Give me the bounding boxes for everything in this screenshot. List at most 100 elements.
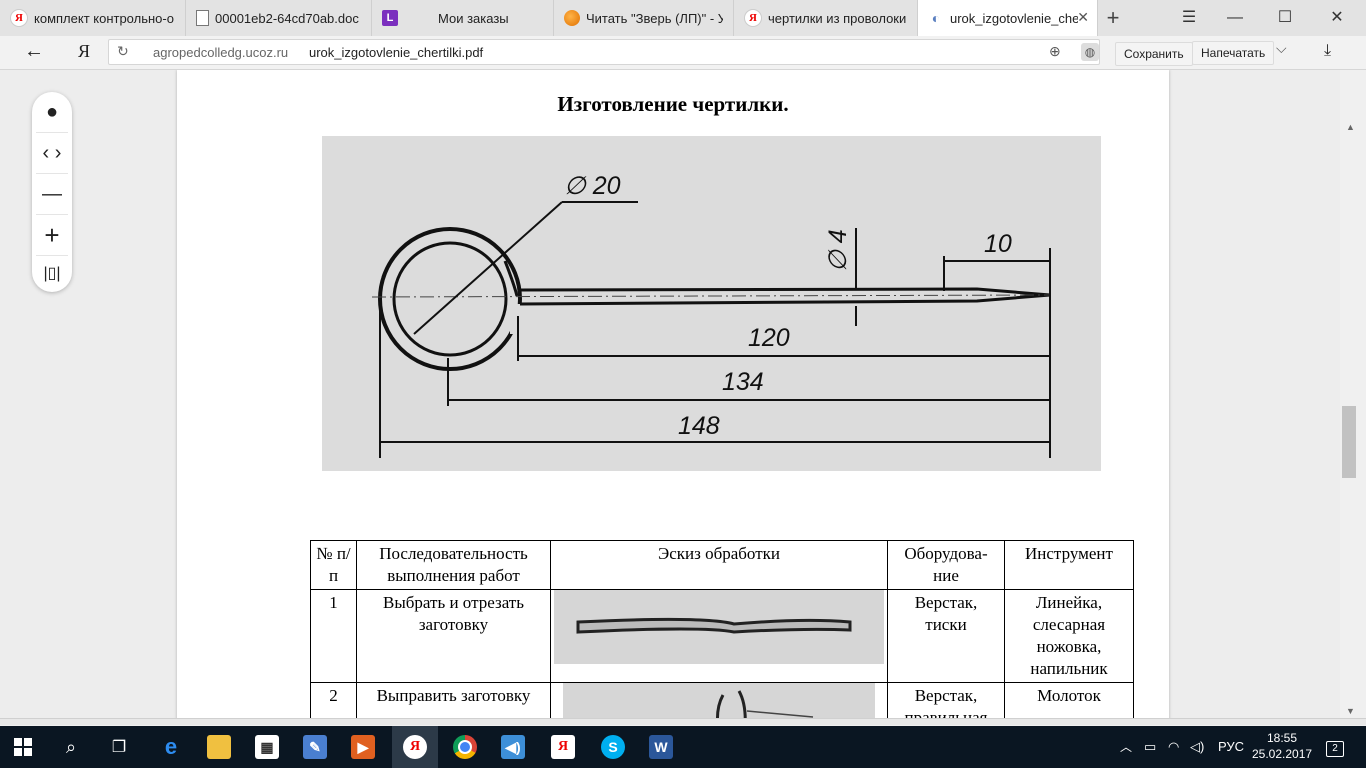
pdf-page: Изготовление чертилки. ∅ 20 ∅ 4 10 120 1… bbox=[177, 70, 1169, 720]
minimize-icon[interactable]: — bbox=[1212, 0, 1258, 36]
zoom-in-icon[interactable]: + bbox=[32, 215, 72, 255]
print-button[interactable]: Напечатать bbox=[1192, 41, 1275, 65]
page-nav-icon[interactable]: ‹ › bbox=[32, 133, 72, 173]
ring-inner bbox=[392, 241, 508, 357]
taskbar-explorer[interactable] bbox=[196, 726, 242, 768]
download-icon[interactable]: ⤓ bbox=[1324, 42, 1331, 60]
url-path: urok_izgotovlenie_chertilki.pdf bbox=[309, 45, 484, 60]
taskbar-word[interactable]: W bbox=[638, 726, 684, 768]
row-sketch bbox=[550, 589, 888, 683]
menu-icon[interactable]: ☰ bbox=[1166, 0, 1212, 36]
sketch-image-blank bbox=[554, 590, 884, 664]
maximize-icon[interactable]: ☐ bbox=[1262, 0, 1308, 36]
dim-shaft-label: 120 bbox=[748, 324, 790, 352]
diameter-leader bbox=[413, 201, 563, 335]
ring-outer bbox=[378, 227, 522, 371]
close-tab-icon[interactable]: ✕ bbox=[1077, 9, 1089, 26]
clock-date: 25.02.2017 bbox=[1252, 747, 1313, 761]
reload-icon[interactable]: ↻ bbox=[117, 43, 129, 60]
yandex-icon: Я bbox=[551, 735, 575, 759]
tab-title: 00001eb2-64cd70ab.doc bbox=[215, 10, 359, 26]
dot-icon[interactable]: ● bbox=[32, 92, 72, 132]
zoom-icon[interactable]: ⊕ bbox=[1049, 43, 1061, 60]
row-number: 2 bbox=[310, 682, 357, 720]
drawing-svg: ∅ 20 ∅ 4 10 120 134 148 bbox=[371, 172, 1051, 458]
taskbar-chrome[interactable] bbox=[442, 726, 488, 768]
tab-strip: Я комплект контрольно-о 00001eb2-64cd70a… bbox=[0, 0, 1366, 36]
wifi-icon[interactable]: ◠ bbox=[1168, 726, 1179, 768]
scroll-up-icon[interactable]: ▲ bbox=[1346, 122, 1355, 132]
taskbar-audio[interactable]: ◀) bbox=[490, 726, 536, 768]
new-tab-button[interactable]: + bbox=[1098, 4, 1128, 32]
zoom-out-icon[interactable]: — bbox=[32, 174, 72, 214]
folder-icon bbox=[207, 735, 231, 759]
row-equipment: Верстак, правильная bbox=[887, 682, 1005, 720]
volume-icon[interactable]: ◁) bbox=[1190, 726, 1204, 768]
tab-doc[interactable]: 00001eb2-64cd70ab.doc bbox=[186, 0, 372, 36]
globe-icon[interactable]: ◍ bbox=[1081, 43, 1099, 61]
edge-icon: e bbox=[164, 734, 178, 759]
start-button[interactable] bbox=[0, 726, 46, 768]
scroll-down-icon[interactable]: ▼ bbox=[1346, 706, 1355, 716]
tray-chevron-icon[interactable]: ︿ bbox=[1120, 726, 1132, 768]
dim-tip-label: 10 bbox=[984, 230, 1012, 258]
row-sketch bbox=[550, 682, 888, 720]
orange-globe-icon bbox=[564, 10, 580, 26]
ring-gap bbox=[510, 304, 530, 334]
row-tool: Молоток bbox=[1004, 682, 1134, 720]
back-arrow-icon[interactable]: ← bbox=[24, 40, 44, 63]
dim-wire-label: ∅ 4 bbox=[824, 229, 852, 272]
address-bar[interactable]: ↻ agropedcolledg.ucoz.ru urok_izgotovlen… bbox=[108, 39, 1193, 66]
system-clock[interactable]: 18:55 25.02.2017 bbox=[1252, 730, 1312, 762]
task-view-icon: ❐ bbox=[111, 739, 127, 756]
tab-title: urok_izgotovlenie_cher bbox=[950, 10, 1078, 26]
chevron-down-icon[interactable]: ⌵ bbox=[1276, 40, 1287, 57]
ucoz-icon: ◐ bbox=[931, 10, 941, 26]
axis-line bbox=[371, 294, 1051, 298]
header-sketch: Эскиз обработки bbox=[550, 540, 888, 590]
taskbar-store[interactable]: ▦ bbox=[244, 726, 290, 768]
header-number: № п/п bbox=[310, 540, 357, 590]
document-title: Изготовление чертилки. bbox=[557, 92, 789, 116]
network-icon[interactable]: ▭ bbox=[1144, 726, 1156, 768]
table-row: 2 Выправить заготовку Верстак, правильна… bbox=[310, 682, 1134, 720]
taskbar-edge[interactable]: e bbox=[148, 726, 194, 768]
windows-logo-icon bbox=[14, 738, 32, 756]
tab-read-book[interactable]: Читать "Зверь (ЛП)" - Ус bbox=[554, 0, 734, 36]
search-button[interactable]: ⌕ bbox=[48, 726, 94, 768]
yandex-logo-icon[interactable]: Я bbox=[78, 41, 90, 62]
clock-time: 18:55 bbox=[1266, 731, 1298, 745]
taskbar-skype[interactable]: S bbox=[590, 726, 636, 768]
task-view-button[interactable]: ❐ bbox=[96, 726, 142, 768]
taskbar-app-1[interactable]: ✎ bbox=[292, 726, 338, 768]
vertical-scrollbar[interactable]: ▲ ▼ bbox=[1340, 70, 1366, 720]
row-step: Выбрать и отрезать заготовку bbox=[356, 589, 551, 683]
app-icon: ✎ bbox=[303, 735, 327, 759]
tab-orders[interactable]: L Мои заказы bbox=[372, 0, 554, 36]
taskbar-yandex-browser[interactable]: Я bbox=[392, 726, 438, 768]
tab-yandex-search-1[interactable]: Я комплект контрольно-о bbox=[0, 0, 186, 36]
taskbar-yandex[interactable]: Я bbox=[540, 726, 586, 768]
skype-icon: S bbox=[601, 735, 625, 759]
close-window-icon[interactable]: ✕ bbox=[1314, 0, 1360, 36]
row-tool: Линейка, слесарная ножовка, напильник bbox=[1004, 589, 1134, 683]
dim-mid-label: 134 bbox=[722, 368, 764, 396]
windows-taskbar: ⌕ ❐ e ▦ ✎ ▶ Я ◀) Я S W ︿ ▭ ◠ ◁) РУС 18:5… bbox=[0, 726, 1366, 768]
tab-pdf-active[interactable]: ◐ urok_izgotovlenie_cher ✕ bbox=[918, 0, 1098, 36]
litres-icon: L bbox=[382, 10, 398, 26]
tab-title: Мои заказы bbox=[438, 10, 509, 26]
tab-yandex-search-2[interactable]: Я чертилки из проволоки bbox=[734, 0, 918, 36]
navigation-bar: ← Я ↻ agropedcolledg.ucoz.ru urok_izgoto… bbox=[0, 36, 1366, 70]
tab-title: Читать "Зверь (ЛП)" - Ус bbox=[586, 10, 723, 26]
dim-diameter-label: ∅ 20 bbox=[564, 172, 621, 200]
header-step: Последовательность выполнения работ bbox=[356, 540, 551, 590]
yandex-browser-icon: Я bbox=[403, 735, 427, 759]
header-tool: Инструмент bbox=[1004, 540, 1134, 590]
notifications-button[interactable]: 2 bbox=[1326, 726, 1344, 768]
taskbar-media[interactable]: ▶ bbox=[340, 726, 386, 768]
language-indicator[interactable]: РУС bbox=[1218, 726, 1244, 768]
fit-page-icon[interactable]: |▯| bbox=[32, 254, 72, 294]
scrollbar-thumb[interactable] bbox=[1342, 406, 1356, 478]
url-host: agropedcolledg.ucoz.ru bbox=[153, 45, 289, 60]
save-button[interactable]: Сохранить bbox=[1115, 42, 1193, 66]
